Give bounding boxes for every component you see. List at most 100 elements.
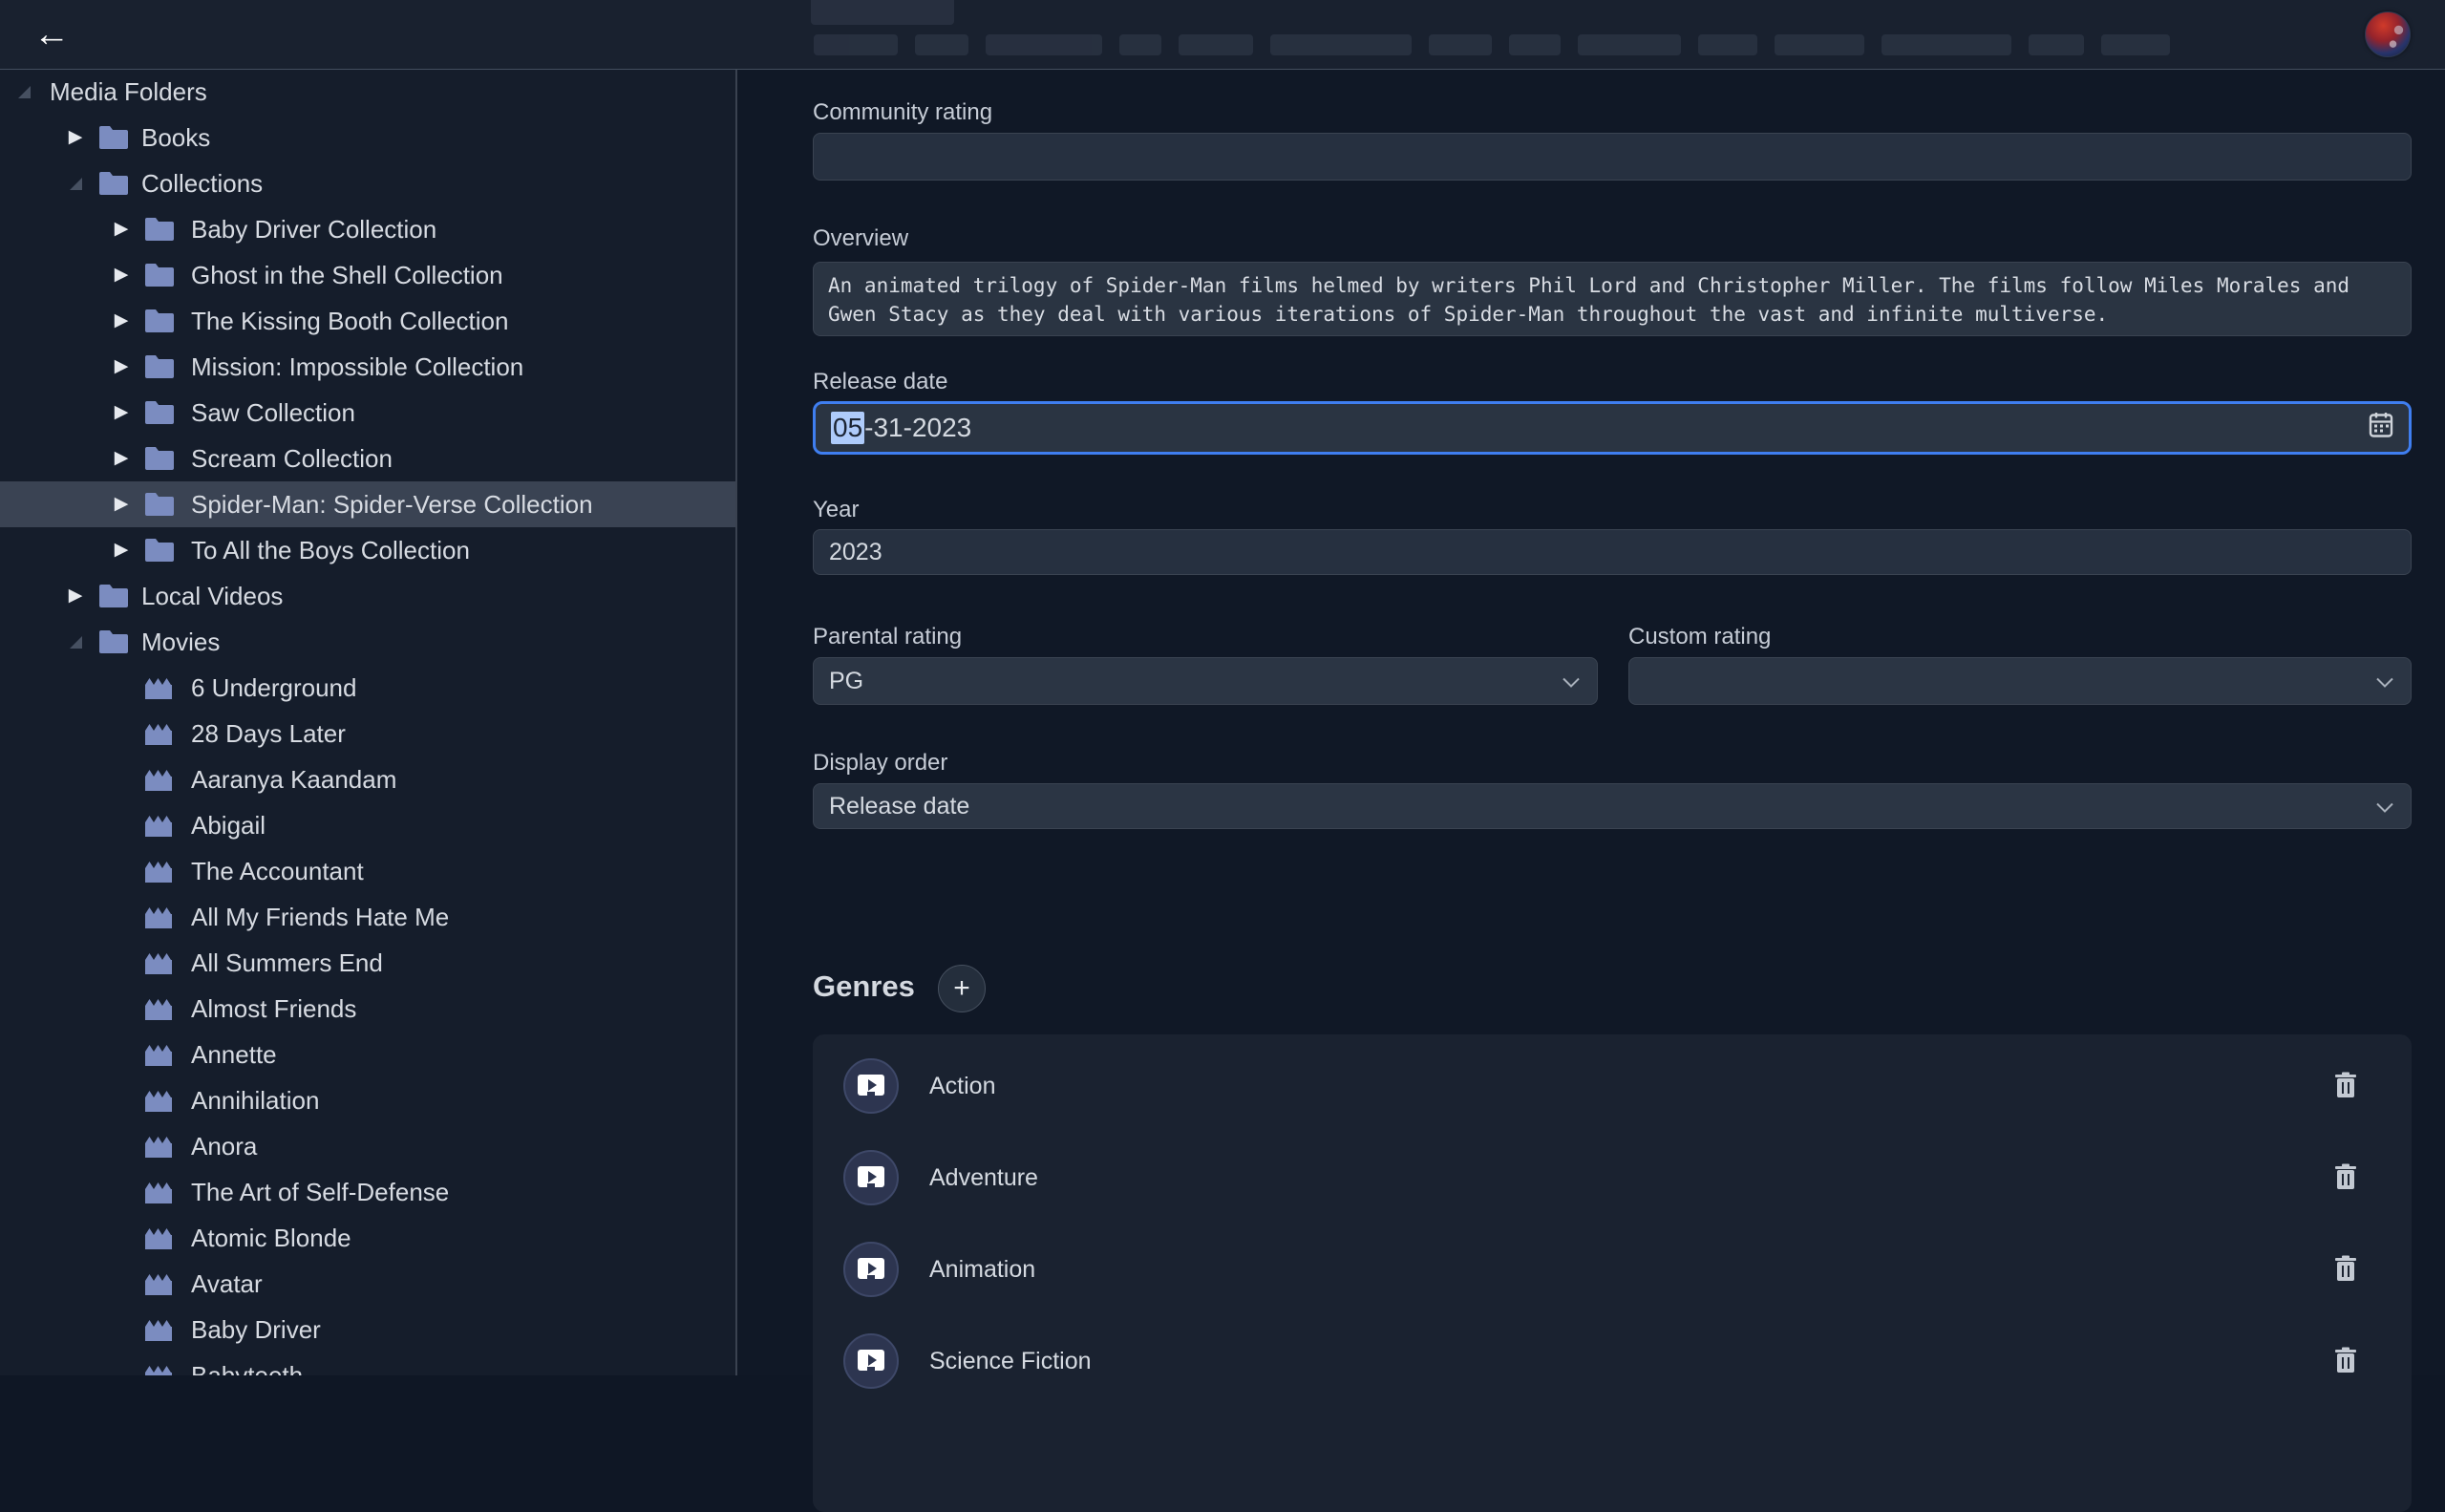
date-selected-segment: 05 [831, 412, 864, 444]
year-input[interactable]: 2023 [813, 529, 2412, 575]
release-date-input[interactable]: 05-31-2023 [813, 401, 2412, 455]
tree-item-mission-impossible-collection[interactable]: ▶Mission: Impossible Collection [0, 344, 735, 390]
tree-item-baby-driver-collection[interactable]: ▶Baby Driver Collection [0, 206, 735, 252]
app-bar: ← [0, 0, 2445, 70]
delete-genre-button[interactable] [2329, 1342, 2362, 1380]
caret-expanded-icon[interactable] [67, 633, 84, 650]
caret-collapsed-icon[interactable]: ▶ [113, 496, 130, 513]
trash-icon [2333, 1071, 2358, 1099]
tree-item-atomic-blonde[interactable]: Atomic Blonde [0, 1215, 735, 1261]
delete-genre-button[interactable] [2329, 1250, 2362, 1288]
caret-collapsed-icon[interactable]: ▶ [113, 450, 130, 467]
caret-collapsed-icon[interactable]: ▶ [113, 312, 130, 330]
blurred-scrolled-tab [811, 0, 954, 25]
tree-item-label: 28 Days Later [191, 719, 346, 749]
tree-item-annihilation[interactable]: Annihilation [0, 1077, 735, 1123]
tree-item-avatar[interactable]: Avatar [0, 1261, 735, 1307]
tree-item-saw-collection[interactable]: ▶Saw Collection [0, 390, 735, 436]
parental-rating-value: PG [814, 658, 1597, 704]
caret-collapsed-icon[interactable]: ▶ [113, 542, 130, 559]
chevron-down-icon [2376, 668, 2393, 695]
movie-icon [143, 1315, 176, 1344]
caret-collapsed-icon[interactable]: ▶ [67, 129, 84, 146]
folder-icon [143, 398, 176, 427]
caret-expanded-icon[interactable] [15, 83, 32, 100]
tree-item-the-accountant[interactable]: The Accountant [0, 848, 735, 894]
movie-play-icon [855, 1071, 887, 1101]
tree-item-scream-collection[interactable]: ▶Scream Collection [0, 436, 735, 481]
folder-icon [143, 490, 176, 519]
tree-item-aaranya-kaandam[interactable]: Aaranya Kaandam [0, 756, 735, 802]
tree-item-label: Ghost in the Shell Collection [191, 261, 503, 290]
display-order-value: Release date [814, 784, 2411, 828]
display-order-select[interactable]: Release date [813, 783, 2412, 829]
overview-textarea[interactable]: An animated trilogy of Spider-Man films … [813, 262, 2412, 336]
folder-icon [143, 215, 176, 244]
genre-name: Animation [929, 1256, 1035, 1284]
tree-item-annette[interactable]: Annette [0, 1032, 735, 1077]
tree-item-babyteeth[interactable]: Babyteeth [0, 1352, 735, 1375]
tree-item-label: All My Friends Hate Me [191, 903, 449, 932]
movie-icon [143, 1269, 176, 1298]
tree-item-movies[interactable]: Movies [0, 619, 735, 665]
tree-item-6-underground[interactable]: 6 Underground [0, 665, 735, 711]
tree-item-anora[interactable]: Anora [0, 1123, 735, 1169]
delete-genre-button[interactable] [2329, 1067, 2362, 1105]
community-rating-label: Community rating [813, 99, 992, 126]
tree-item-media-folders[interactable]: Media Folders [0, 69, 735, 115]
genres-list: ActionAdventure Animation Science Fiction [813, 1034, 2412, 1512]
tree-item-all-summers-end[interactable]: All Summers End [0, 940, 735, 986]
parental-rating-select[interactable]: PG [813, 657, 1598, 705]
tree-item-spider-man-spider-verse-collection[interactable]: ▶Spider-Man: Spider-Verse Collection [0, 481, 735, 527]
caret-collapsed-icon[interactable]: ▶ [67, 587, 84, 605]
folder-icon [143, 261, 176, 289]
caret-collapsed-icon[interactable]: ▶ [113, 358, 130, 375]
tree-item-to-all-the-boys-collection[interactable]: ▶To All the Boys Collection [0, 527, 735, 573]
caret-collapsed-icon[interactable]: ▶ [113, 266, 130, 284]
movie-icon [143, 1224, 176, 1252]
movie-play-icon [855, 1346, 887, 1376]
genre-row-adventure[interactable]: Adventure [813, 1132, 2412, 1224]
media-folders-sidebar: Media Folders▶BooksCollections▶Baby Driv… [0, 69, 737, 1375]
caret-collapsed-icon[interactable]: ▶ [113, 221, 130, 238]
tree-item-28-days-later[interactable]: 28 Days Later [0, 711, 735, 756]
tree-item-the-art-of-self-defense[interactable]: The Art of Self-Defense [0, 1169, 735, 1215]
tree-item-all-my-friends-hate-me[interactable]: All My Friends Hate Me [0, 894, 735, 940]
genre-row-animation[interactable]: Animation [813, 1224, 2412, 1315]
tree-item-label: Baby Driver [191, 1315, 321, 1345]
movie-icon [143, 811, 176, 840]
add-genre-button[interactable]: + [938, 965, 986, 1012]
tree-item-abigail[interactable]: Abigail [0, 802, 735, 848]
tree-item-label: Atomic Blonde [191, 1224, 351, 1253]
tree-item-books[interactable]: ▶Books [0, 115, 735, 160]
community-rating-input[interactable] [813, 133, 2412, 181]
custom-rating-select[interactable] [1628, 657, 2412, 705]
tree-item-label: Aaranya Kaandam [191, 765, 396, 795]
tree-item-label: All Summers End [191, 948, 383, 978]
tree-item-baby-driver[interactable]: Baby Driver [0, 1307, 735, 1352]
caret-collapsed-icon[interactable]: ▶ [113, 404, 130, 421]
caret-expanded-icon[interactable] [67, 175, 84, 192]
tree-item-label: Annette [191, 1040, 277, 1070]
tree-item-collections[interactable]: Collections [0, 160, 735, 206]
tree-item-almost-friends[interactable]: Almost Friends [0, 986, 735, 1032]
delete-genre-button[interactable] [2329, 1159, 2362, 1197]
user-avatar[interactable] [2365, 11, 2411, 57]
folder-icon [143, 536, 176, 564]
tree-item-local-videos[interactable]: ▶Local Videos [0, 573, 735, 619]
genre-row-action[interactable]: Action [813, 1040, 2412, 1132]
tree-item-the-kissing-booth-collection[interactable]: ▶The Kissing Booth Collection [0, 298, 735, 344]
folder-icon [97, 628, 130, 656]
back-button[interactable]: ← [27, 10, 76, 59]
genre-name: Science Fiction [929, 1348, 1092, 1375]
tree-item-label: Abigail [191, 811, 266, 841]
tree-item-label: Babyteeth [191, 1361, 303, 1376]
tree-item-ghost-in-the-shell-collection[interactable]: ▶ Ghost in the Shell Collection [0, 252, 735, 298]
parental-rating-label: Parental rating [813, 624, 962, 650]
movie-icon [143, 1361, 176, 1375]
chevron-down-icon [1563, 668, 1580, 695]
movie-play-icon [855, 1162, 887, 1193]
movie-icon [143, 948, 176, 977]
genre-row-science-fiction[interactable]: Science Fiction [813, 1315, 2412, 1407]
calendar-icon[interactable] [2369, 412, 2393, 445]
